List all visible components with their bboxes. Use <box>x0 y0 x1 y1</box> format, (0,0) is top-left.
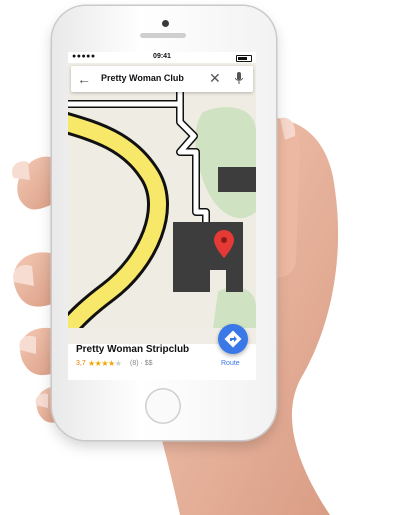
map-view[interactable] <box>68 92 256 339</box>
status-bar: ●●●●● 09:41 <box>68 52 256 63</box>
front-camera <box>162 20 169 27</box>
rating-stars: ★★★★★ <box>88 359 122 368</box>
close-icon[interactable]: ✕ <box>209 70 221 87</box>
star-icons-filled: ★★★★ <box>88 359 115 368</box>
search-query[interactable]: Pretty Woman Club <box>101 73 184 83</box>
rating-value: 3,7 <box>76 360 86 367</box>
phone-in-hand-scene: ●●●●● 09:41 ← Pretty Woman Club ✕ Pretty… <box>0 0 404 515</box>
park-area-lower <box>213 287 256 328</box>
home-button[interactable] <box>145 388 181 424</box>
status-time: 09:41 <box>153 53 171 60</box>
directions-button[interactable] <box>218 324 248 354</box>
target-building <box>173 222 243 292</box>
building <box>218 167 256 192</box>
map-canvas[interactable] <box>68 92 256 339</box>
directions-icon <box>224 330 242 348</box>
battery-icon <box>236 55 252 62</box>
search-bar[interactable]: ← Pretty Woman Club ✕ <box>71 66 253 92</box>
phone-screen: ●●●●● 09:41 ← Pretty Woman Club ✕ Pretty… <box>68 52 256 380</box>
star-icon-empty: ★ <box>114 359 122 368</box>
route-label[interactable]: Route <box>221 360 240 367</box>
review-count: (8) · $$ <box>130 360 153 367</box>
place-name: Pretty Woman Stripclub <box>76 344 190 355</box>
earpiece-speaker <box>140 33 186 38</box>
microphone-icon[interactable] <box>234 71 244 87</box>
arrow-left-icon[interactable]: ← <box>77 71 91 87</box>
